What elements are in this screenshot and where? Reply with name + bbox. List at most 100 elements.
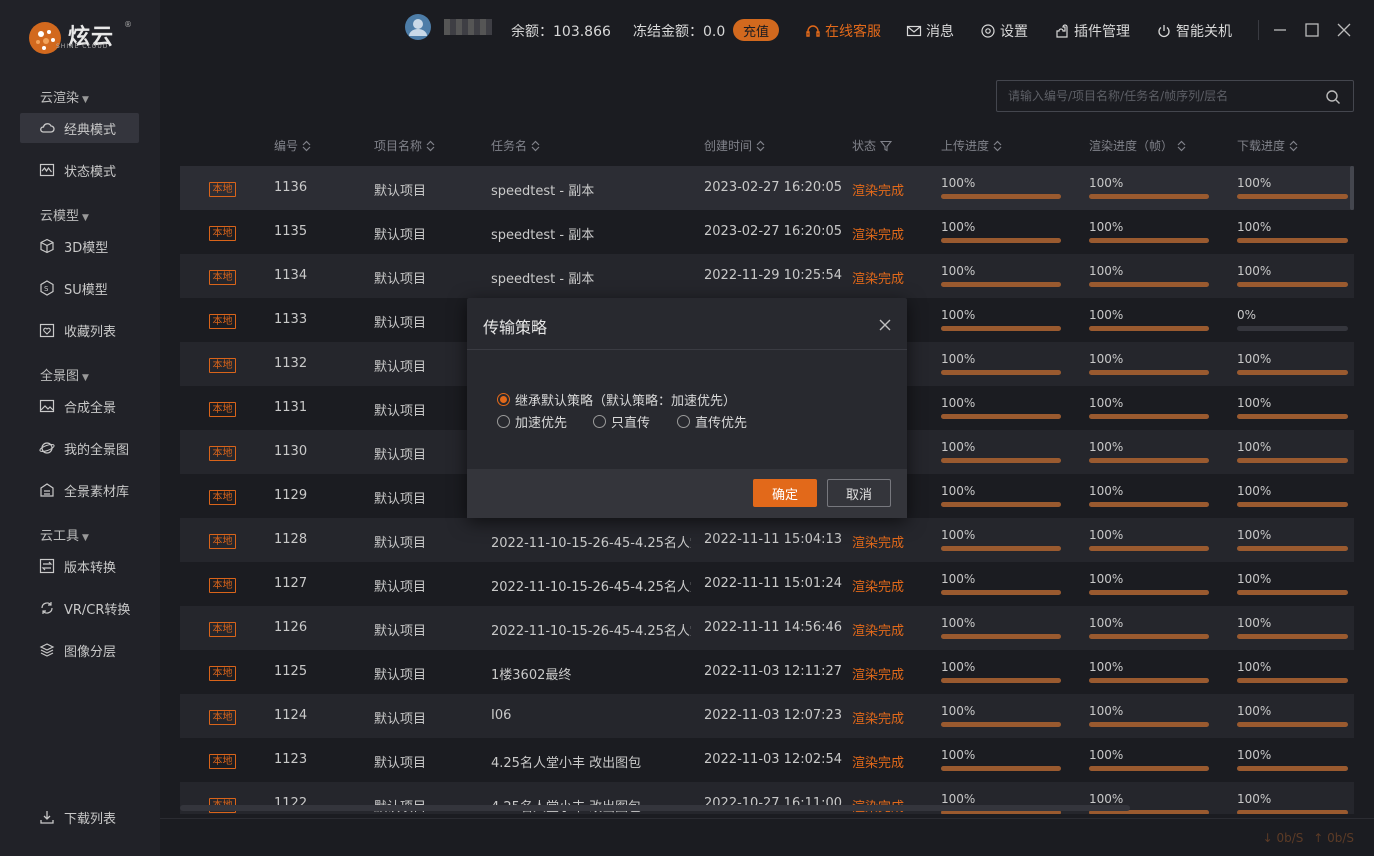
progress-fill: [1089, 282, 1209, 287]
download-progress: 100%: [1237, 528, 1348, 551]
nav-3d-model[interactable]: 3D模型: [20, 231, 139, 261]
radio-button[interactable]: [677, 415, 690, 428]
table-row[interactable]: 本地 1128 默认项目 2022-11-10-15-26-45-4.25名人堂小 20…: [180, 518, 1354, 562]
column-header-project[interactable]: 项目名称: [374, 137, 435, 154]
upload-progress: 100%: [941, 484, 1061, 507]
radio-accelerate-first[interactable]: 加速优先: [497, 412, 567, 431]
close-icon[interactable]: [879, 319, 891, 331]
section-cloud-model[interactable]: 云模型 ▼: [40, 205, 89, 224]
cell-task: speedtest - 副本: [491, 184, 595, 199]
caret-down-icon: ▼: [82, 213, 89, 223]
table-row[interactable]: 本地 1125 默认项目 1楼3602最终 2022-11-03 12:11:27 渲染完…: [180, 650, 1354, 694]
progress-value: 100%: [1089, 176, 1124, 190]
progress-fill: [1237, 810, 1348, 814]
section-cloud-render[interactable]: 云渲染 ▼: [40, 87, 89, 106]
download-progress: 0%: [1237, 308, 1348, 331]
progress-track: [941, 238, 1061, 243]
vertical-scrollbar[interactable]: [1350, 166, 1354, 210]
close-window-icon[interactable]: [1336, 22, 1352, 38]
logo: 炫云: [26, 18, 136, 58]
dialog-title: 传输策略: [483, 318, 548, 337]
messages-button[interactable]: 消息: [906, 20, 954, 42]
search-input[interactable]: [997, 81, 1317, 111]
local-badge: 本地: [209, 358, 236, 373]
dialog-footer: 确定 取消: [467, 469, 907, 518]
confirm-button[interactable]: 确定: [753, 479, 817, 507]
nav-my-panorama[interactable]: 我的全景图: [20, 433, 139, 463]
cell-id: 1129: [274, 488, 308, 503]
upload-progress: 100%: [941, 748, 1061, 771]
progress-fill: [941, 458, 1061, 463]
cell-project: 默认项目: [374, 668, 427, 683]
column-header-render[interactable]: 渲染进度（帧）: [1089, 137, 1186, 154]
table-row[interactable]: 本地 1135 默认项目 speedtest - 副本 2023-02-27 16:20…: [180, 210, 1354, 254]
column-header-status[interactable]: 状态: [852, 137, 893, 154]
nav-status-mode[interactable]: 状态模式: [20, 155, 139, 185]
settings-button[interactable]: 设置: [980, 20, 1028, 42]
section-cloud-tools[interactable]: 云工具 ▼: [40, 525, 89, 544]
cell-created: 2022-11-29 10:25:54: [704, 268, 843, 283]
su-model-icon: S: [40, 280, 54, 296]
table-row[interactable]: 本地 1126 默认项目 2022-11-10-15-26-45-4.25名人堂小 20…: [180, 606, 1354, 650]
cell-task: 2022-11-10-15-26-45-4.25名人堂小: [491, 624, 691, 639]
plugin-manager-button[interactable]: 插件管理: [1054, 20, 1130, 42]
section-panorama[interactable]: 全景图 ▼: [40, 365, 89, 384]
cell-created: 2023-02-27 16:20:05: [704, 180, 843, 195]
smart-shutdown-button[interactable]: 智能关机: [1156, 20, 1232, 42]
recharge-button[interactable]: 充值: [733, 19, 780, 41]
cell-created: 2022-11-11 15:01:24: [704, 576, 843, 591]
cell-id: 1134: [274, 268, 308, 283]
table-row[interactable]: 本地 1134 默认项目 speedtest - 副本 2022-11-29 10:25…: [180, 254, 1354, 298]
minimize-icon[interactable]: [1272, 22, 1288, 38]
table-row[interactable]: 本地 1123 默认项目 4.25名人堂小丰 改出图包 2022-11-03 12:02…: [180, 738, 1354, 782]
nav-compose-panorama[interactable]: 合成全景: [20, 391, 139, 421]
power-icon: [1158, 25, 1170, 38]
sort-icon: [1289, 140, 1298, 151]
user-avatar[interactable]: [404, 14, 492, 40]
search-icon[interactable]: [1325, 89, 1341, 105]
progress-fill: [941, 282, 1061, 287]
column-header-id[interactable]: 编号: [274, 137, 311, 154]
upload-progress: 100%: [941, 660, 1061, 683]
radio-direct-only[interactable]: 只直传: [593, 412, 650, 431]
nav-label: 收藏列表: [64, 324, 117, 340]
nav-vr-cr-convert[interactable]: VR/CR转换: [20, 593, 139, 623]
column-label: 项目名称: [374, 139, 423, 153]
nav-version-convert[interactable]: 版本转换: [20, 551, 139, 581]
column-header-download[interactable]: 下载进度: [1237, 137, 1298, 154]
local-badge: 本地: [209, 446, 236, 461]
column-header-created[interactable]: 创建时间: [704, 137, 765, 154]
radio-button[interactable]: [593, 415, 606, 428]
nav-su-model[interactable]: S SU模型: [20, 273, 139, 303]
nav-classic-mode[interactable]: 经典模式: [20, 113, 139, 143]
cell-id: 1133: [274, 312, 308, 327]
progress-value: 100%: [1237, 528, 1272, 542]
nav-label: 3D模型: [64, 240, 109, 256]
nav-favorites[interactable]: 收藏列表: [20, 315, 139, 345]
status-bar: ↓ 0b/S ↑ 0b/S: [160, 818, 1374, 856]
nav-label: 经典模式: [64, 122, 117, 138]
nav-download-list[interactable]: 下载列表: [20, 802, 139, 832]
nav-image-layers[interactable]: 图像分层: [20, 635, 139, 665]
maximize-icon[interactable]: [1304, 22, 1320, 38]
nav-panorama-library[interactable]: 全景素材库: [20, 475, 139, 505]
radio-button[interactable]: [497, 393, 510, 406]
column-header-upload[interactable]: 上传进度: [941, 137, 1002, 154]
column-header-task[interactable]: 任务名: [491, 137, 540, 154]
progress-track: [941, 766, 1061, 771]
table-row[interactable]: 本地 1124 默认项目 I06 2022-11-03 12:07:23 渲染完成 100%…: [180, 694, 1354, 738]
upload-progress: 100%: [941, 396, 1061, 419]
progress-fill: [1237, 678, 1348, 683]
online-service-button[interactable]: 在线客服: [805, 20, 881, 42]
horizontal-scrollbar[interactable]: [180, 805, 1130, 811]
progress-value: 100%: [941, 660, 976, 674]
table-row[interactable]: 本地 1127 默认项目 2022-11-10-15-26-45-4.25名人堂小 20…: [180, 562, 1354, 606]
radio-button[interactable]: [497, 415, 510, 428]
radio-inherit-default[interactable]: 继承默认策略（默认策略：加速优先）: [497, 390, 736, 409]
radio-direct-first[interactable]: 直传优先: [677, 412, 747, 431]
table-row[interactable]: 本地 1136 默认项目 speedtest - 副本 2023-02-27 16:20…: [180, 166, 1354, 210]
cancel-button[interactable]: 取消: [827, 479, 891, 507]
progress-track: [1237, 370, 1348, 375]
render-progress: 100%: [1089, 352, 1209, 375]
render-progress: 100%: [1089, 176, 1209, 199]
